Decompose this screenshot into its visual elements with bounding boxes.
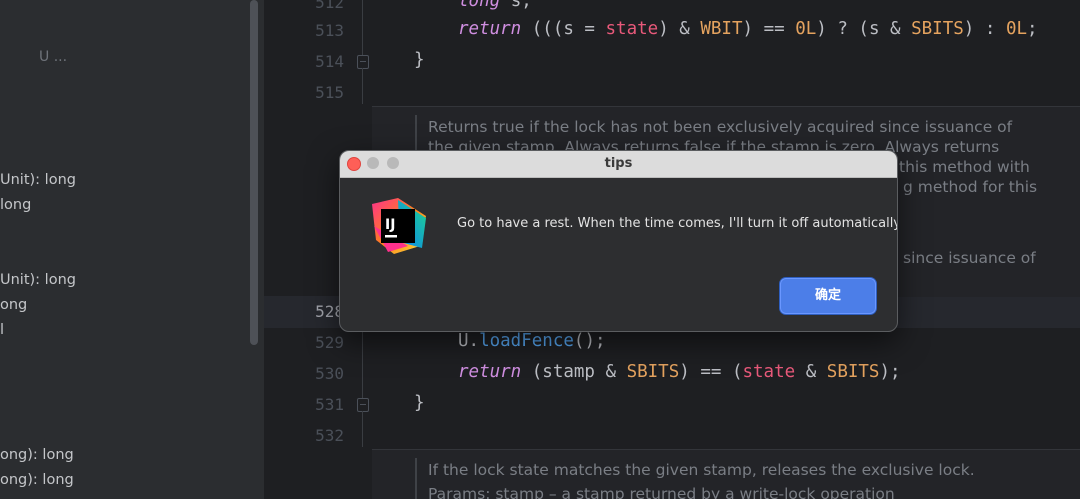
structure-scrollbar[interactable] [248,0,260,499]
structure-header-label: U ... [39,49,68,65]
doc-line: this method with [899,158,1030,176]
code-line: return (stamp & SBITS) == (state & SBITS… [458,362,901,382]
line-number: 532 [315,426,344,445]
fold-guide [362,330,363,398]
line-number: 529 [315,333,344,352]
tips-dialog: tips IJ Go to have a rest. When the time… [339,150,898,332]
line-number: 513 [315,21,344,40]
structure-item[interactable]: long [0,197,31,213]
structure-item[interactable]: ong): long [0,447,74,463]
structure-item[interactable]: ong [0,297,27,313]
line-number: 530 [315,364,344,383]
code-line: } [414,393,425,413]
scrollbar-thumb[interactable] [250,0,258,345]
doc-line: Params: stamp – a stamp returned by a wr… [428,485,895,499]
line-number: 528 [315,302,344,321]
code-line: long s; [458,0,532,11]
doc-line: Returns true if the lock has not been ex… [428,118,1013,136]
doc-line: since issuance of [903,249,1036,267]
line-number: 512 [315,0,344,12]
fold-guide [362,411,363,447]
doc-line: g method for this [903,178,1038,196]
structure-item[interactable]: Unit): long [0,272,76,288]
structure-panel: U ... Unit): long long Unit): long ong l… [0,0,248,499]
doc-bar [415,458,417,499]
dialog-message: Go to have a rest. When the time comes, … [457,216,898,231]
code-line: } [414,50,425,70]
javadoc-block: If the lock state matches the given stam… [372,449,1080,499]
intellij-logo-icon: IJ [372,198,426,254]
dialog-title: tips [604,156,633,171]
dialog-titlebar[interactable]: tips [340,151,897,178]
fold-guide [362,0,363,55]
doc-line: If the lock state matches the given stam… [428,461,975,479]
line-number: 515 [315,83,344,102]
line-number: 514 [315,52,344,71]
code-line: U.loadFence(); [458,331,606,351]
fold-guide [362,68,363,104]
code-line: return (((s = state) & WBIT) == 0L) ? (s… [458,19,1038,39]
ok-button[interactable]: 确定 [780,278,876,314]
fold-toggle-icon[interactable] [357,55,369,69]
logo-text: IJ [385,217,395,233]
structure-item[interactable]: Unit): long [0,172,76,188]
fold-toggle-icon[interactable] [357,398,369,412]
structure-item[interactable]: ong): long [0,472,74,488]
line-number: 531 [315,395,344,414]
structure-item[interactable]: l [0,322,4,338]
